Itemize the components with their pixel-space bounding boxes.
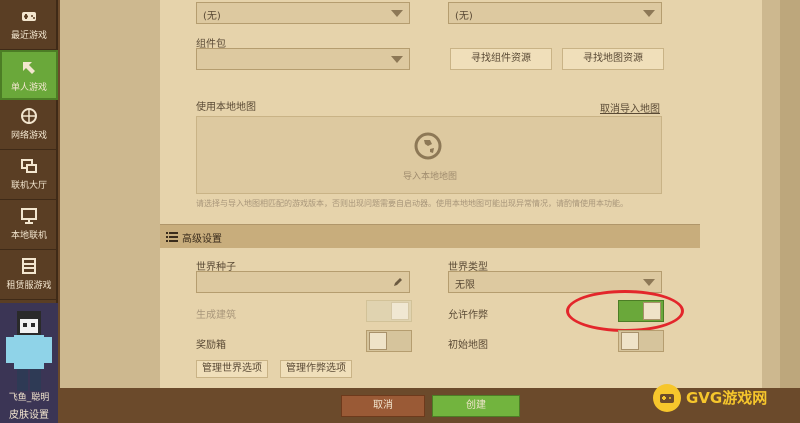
manage-cheat-options-button[interactable]: 管理作弊选项: [280, 360, 352, 378]
pencil-icon: [394, 278, 402, 286]
watermark: GVG游戏网: [650, 380, 796, 416]
generate-structures-toggle[interactable]: [366, 300, 412, 322]
sidebar-item-label: 本地联机: [10, 231, 47, 241]
sidebar-item-label: 最近游戏: [10, 31, 47, 41]
component-pack-dropdown[interactable]: [196, 48, 410, 70]
import-map-dropzone[interactable]: 导入本地地图: [196, 116, 662, 194]
chevron-down-icon: [643, 279, 655, 286]
cursor-arrow-icon: [23, 62, 35, 74]
create-button[interactable]: 创建: [432, 395, 520, 417]
bonus-chest-toggle[interactable]: [366, 330, 412, 352]
sidebar-item-label: 租赁服游戏: [6, 281, 52, 291]
toggle-knob: [391, 302, 409, 320]
allow-cheats-label: 允许作弊: [448, 310, 488, 321]
find-map-button[interactable]: 寻找地图资源: [562, 48, 664, 70]
manage-world-options-button[interactable]: 管理世界选项: [196, 360, 268, 378]
red-circle-annotation: [566, 290, 684, 332]
toggle-knob: [369, 332, 387, 350]
skin-avatar-icon: [0, 303, 58, 393]
sidebar-item-label: 网络游戏: [10, 131, 47, 141]
server-rack-icon: [22, 258, 36, 274]
avatar-name: 飞鱼_聪明: [8, 393, 50, 403]
starting-map-label: 初始地图: [448, 340, 488, 351]
bonus-chest-label: 奖励箱: [196, 340, 226, 351]
starting-map-toggle[interactable]: [618, 330, 664, 352]
sidebar-item-recent-games[interactable]: 最近游戏: [0, 0, 58, 50]
avatar[interactable]: [0, 303, 58, 423]
find-component-button[interactable]: 寻找组件资源: [450, 48, 552, 70]
resource-pack-dropdown[interactable]: (无): [448, 2, 662, 24]
advanced-settings-header[interactable]: 高级设置: [160, 224, 700, 248]
scrollbar-track[interactable]: [780, 0, 800, 388]
dropdown-value: (无): [203, 11, 221, 22]
gamepad-icon: [22, 12, 36, 21]
sidebar-item-label: 单人游戏: [10, 83, 47, 93]
chevron-down-icon: [391, 10, 403, 17]
chevron-down-icon: [391, 56, 403, 63]
cancel-button[interactable]: 取消: [341, 395, 425, 417]
chevron-down-icon: [643, 10, 655, 17]
import-hint-text: 请选择与导入地图相匹配的游戏版本，否则出现问题需要自启动器。使用本地地图可能出现…: [196, 199, 628, 208]
world-seed-input[interactable]: [196, 271, 410, 293]
monitor-icon: [21, 208, 37, 224]
generate-structures-label: 生成建筑: [196, 310, 236, 321]
import-map-label: 导入本地地图: [402, 172, 457, 182]
sidebar: 最近游戏 单人游戏 网络游戏 联机大厅 本地联机 租赁服游戏 飞鱼_聪明 皮肤设…: [0, 0, 58, 423]
watermark-text: GVG游戏网: [686, 389, 768, 407]
skin-settings-button[interactable]: 皮肤设置: [0, 406, 58, 421]
sidebar-item-local-lan[interactable]: 本地联机: [0, 200, 58, 250]
dropdown-value: 无限: [455, 280, 475, 291]
sidebar-item-single-player[interactable]: 单人游戏: [0, 50, 58, 100]
toggle-knob: [621, 332, 639, 350]
globe-icon: [414, 132, 442, 160]
sidebar-item-online-games[interactable]: 网络游戏: [0, 100, 58, 150]
lobby-icon: [21, 159, 37, 173]
dropdown-value: (无): [455, 11, 473, 22]
list-icon: [166, 232, 178, 242]
cancel-import-link[interactable]: 取消导入地图: [600, 100, 660, 115]
sidebar-item-rental-server[interactable]: 租赁服游戏: [0, 250, 58, 300]
behavior-pack-dropdown[interactable]: (无): [196, 2, 410, 24]
network-icon: [21, 108, 37, 124]
watermark-logo-icon: [653, 384, 681, 412]
advanced-settings-title: 高级设置: [182, 234, 222, 245]
sidebar-item-label: 联机大厅: [10, 181, 47, 191]
sidebar-item-lobby[interactable]: 联机大厅: [0, 150, 58, 200]
use-local-map-label: 使用本地地图: [196, 102, 256, 113]
